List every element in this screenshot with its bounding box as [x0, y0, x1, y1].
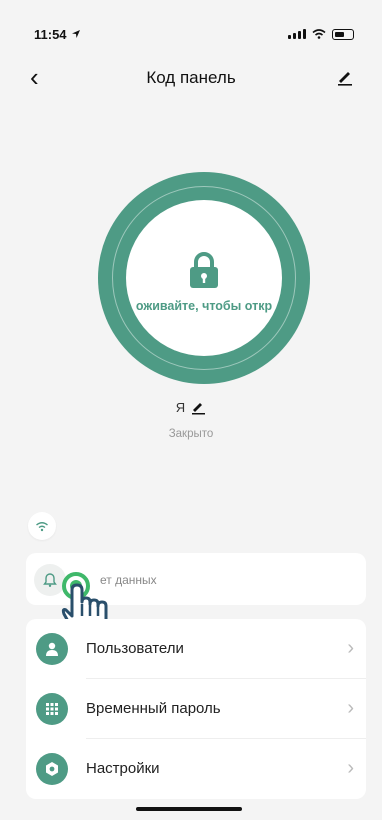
chevron-right-icon: › [347, 697, 354, 719]
wifi-icon [36, 521, 48, 531]
keypad-icon [36, 693, 68, 725]
battery-icon [332, 28, 354, 40]
status-time-group: 11:54 [34, 27, 81, 42]
menu-item-temp-password[interactable]: Временный пароль › [26, 679, 366, 739]
wifi-button[interactable] [28, 512, 56, 540]
status-time: 11:54 [34, 26, 67, 42]
chevron-right-icon: › [347, 637, 354, 659]
unlock-button[interactable]: оживайте, чтобы откр [98, 172, 310, 384]
status-icons [288, 28, 354, 40]
home-indicator [136, 807, 242, 811]
lock-center: оживайте, чтобы откр [126, 200, 282, 356]
user-name: Я [175, 400, 186, 415]
menu-label-temp-password: Временный пароль [86, 700, 221, 717]
user-icon [36, 633, 68, 665]
user-line: Я [16, 400, 366, 415]
menu-item-users[interactable]: Пользователи › [26, 619, 366, 679]
edit-name-icon[interactable] [191, 400, 206, 415]
menu-label-users: Пользователи [86, 640, 184, 657]
settings-icon [36, 753, 68, 785]
menu-card: Пользователи › Временный пароль › Настро… [26, 619, 366, 799]
menu-item-settings[interactable]: Настройки › [26, 739, 366, 799]
nav-header: ‹ Код панель [16, 62, 366, 94]
wifi-status-icon [312, 29, 326, 39]
app-screen: 11:54 ‹ Код панель оживайте, чтобы откр … [16, 0, 366, 820]
page-title: Код панель [146, 68, 236, 87]
menu-label-settings: Настройки [86, 760, 160, 777]
lock-status: Закрыто [168, 428, 214, 440]
chevron-right-icon: › [347, 757, 354, 779]
edit-icon[interactable] [336, 68, 354, 86]
location-arrow-icon [71, 30, 80, 38]
status-bar: 11:54 [34, 24, 354, 44]
bell-icon [43, 573, 57, 587]
lock-icon [190, 252, 218, 288]
signal-icon [288, 29, 306, 39]
unlock-hint: оживайте, чтобы откр [135, 299, 273, 313]
